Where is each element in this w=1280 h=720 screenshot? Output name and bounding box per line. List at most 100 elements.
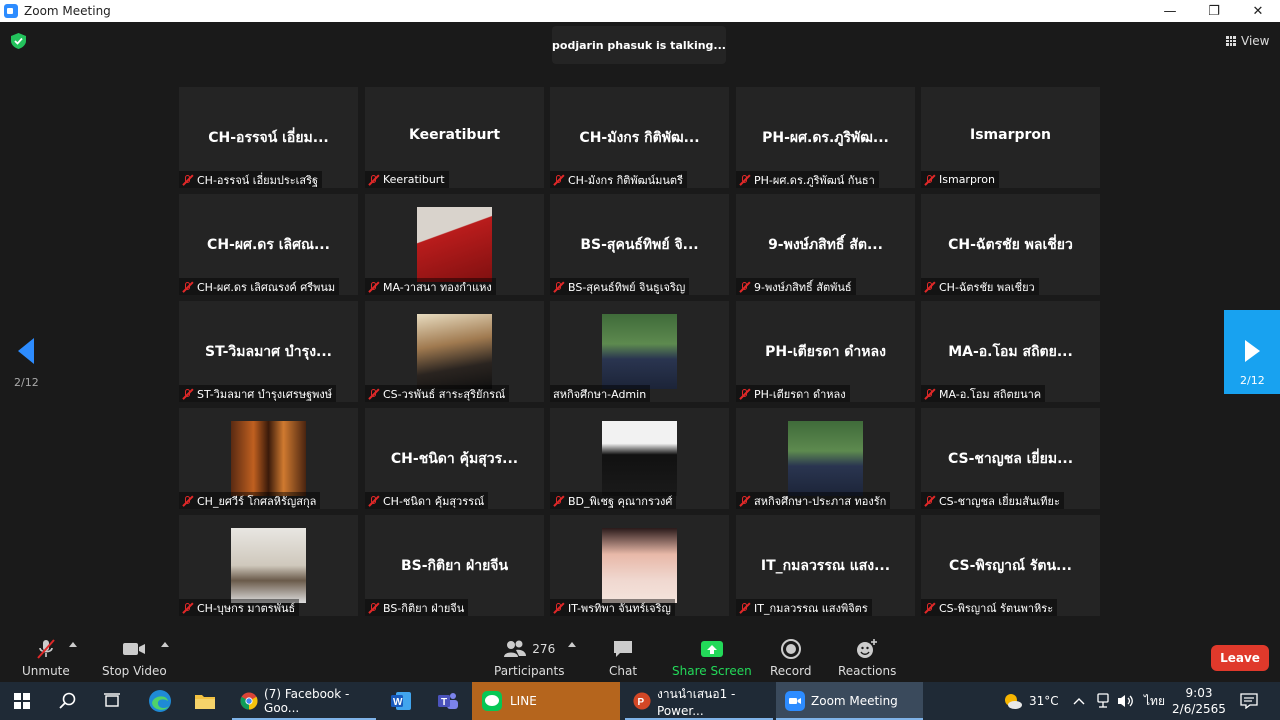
taskbar-line[interactable]: LINE [472, 682, 620, 720]
security-shield-icon[interactable] [11, 33, 26, 49]
participant-nameplate: CH-อรรจน์ เอี่ยมประเสริฐ [179, 171, 323, 188]
participant-video [602, 421, 677, 496]
participant-tile[interactable]: Keeratiburt Keeratiburt [365, 87, 544, 188]
arrow-right-icon [1245, 340, 1260, 362]
input-language[interactable]: ไทย [1144, 682, 1165, 720]
arrow-left-icon [18, 338, 34, 364]
close-button[interactable]: ✕ [1236, 0, 1280, 22]
participant-tile[interactable]: CS-วรพันธ์ สาระสุริยักรณ์ [365, 301, 544, 402]
notification-center[interactable] [1240, 682, 1258, 720]
word-app[interactable]: W [390, 682, 412, 720]
chrome-icon [240, 692, 258, 710]
show-hidden-icons[interactable] [1073, 682, 1085, 720]
weather-sun-cloud-icon [1005, 694, 1022, 709]
participant-tile[interactable]: PH-เตียรดา ดำหลง PH-เตียรดา ดำหลง [736, 301, 915, 402]
muted-mic-icon [182, 281, 194, 293]
weather-widget[interactable]: 31°C [1003, 682, 1059, 720]
participant-tile[interactable]: CH-อรรจน์ เอี่ยม... CH-อรรจน์ เอี่ยมประเส… [179, 87, 358, 188]
video-options-caret[interactable] [161, 642, 169, 647]
participant-tile[interactable]: BS-สุคนธ์ทิพย์ จิ... BS-สุคนธ์ทิพย์ จินธู… [550, 194, 729, 295]
leave-button[interactable]: Leave [1211, 645, 1269, 671]
stop-video-label: Stop Video [102, 664, 167, 678]
participant-tile[interactable]: MA-วาสนา ทองกำแหง [365, 194, 544, 295]
meeting-area: podjarin phasuk is talking... View 2/12 … [0, 22, 1280, 632]
muted-mic-icon [739, 281, 751, 293]
reactions-label: Reactions [838, 664, 897, 678]
muted-mic-icon [924, 602, 936, 614]
participant-video [231, 528, 306, 603]
smiley-plus-icon [857, 639, 878, 658]
task-view-button[interactable] [103, 682, 121, 720]
participant-name: IT_กมลวรรณ แสงพิจิตร [754, 601, 868, 615]
participant-display-name: CH-อรรจน์ เอี่ยม... [208, 130, 329, 146]
participant-nameplate: IT_กมลวรรณ แสงพิจิตร [736, 599, 872, 616]
participant-display-name: ST-วิมลมาศ บำรุง... [205, 344, 332, 360]
teams-app[interactable]: T [437, 682, 459, 720]
muted-mic-icon [182, 388, 194, 400]
edge-app[interactable] [148, 682, 172, 720]
participant-tile[interactable]: CH-มังกร กิติพัฒ... CH-มังกร กิติพัฒน์มนต… [550, 87, 729, 188]
muted-mic-icon [553, 495, 565, 507]
volume-tray[interactable] [1117, 682, 1135, 720]
record-button[interactable]: Record [770, 638, 811, 678]
muted-mic-icon [182, 495, 194, 507]
participant-display-name: CH-ผศ.ดร เลิศณ... [207, 237, 330, 253]
muted-mic-icon [553, 174, 565, 186]
view-button[interactable]: View [1226, 34, 1269, 48]
unmute-button[interactable]: Unmute [22, 638, 70, 678]
muted-mic-icon [924, 495, 936, 507]
windows-taskbar: (7) Facebook - Goo... W T LINE P งานนำเส… [0, 682, 1280, 720]
file-explorer-app[interactable] [194, 682, 216, 720]
participant-nameplate: CH-ฉัตรชัย พลเชี่ยว [921, 278, 1039, 295]
chat-button[interactable]: Chat [609, 638, 637, 678]
participant-tile[interactable]: CH_ยศวีร์ โกศลหิรัญสกุล [179, 408, 358, 509]
taskbar-zoom[interactable]: Zoom Meeting [776, 682, 923, 720]
taskbar-facebook-chrome[interactable]: (7) Facebook - Goo... [232, 682, 376, 720]
participant-tile[interactable]: IT-พรทิพา จันทร์เจริญ [550, 515, 729, 616]
search-button[interactable] [59, 682, 77, 720]
participant-tile[interactable]: 9-พงษ์ภสิทธิ์ สัต... 9-พงษ์ภสิทธิ์ สัตพัน… [736, 194, 915, 295]
participants-button[interactable]: 276 Participants [494, 638, 565, 678]
svg-text:T: T [441, 697, 447, 708]
participant-tile[interactable]: CS-พิรญาณ์ รัตน... CS-พิรญาณ์ รัตนพาหิระ [921, 515, 1100, 616]
participant-display-name: PH-ผศ.ดร.ภูริพัฒ... [762, 130, 889, 146]
share-screen-button[interactable]: Share Screen [672, 638, 752, 678]
previous-page-button[interactable]: 2/12 [14, 338, 44, 394]
participant-tile[interactable]: MA-อ.โอม สถิตย... MA-อ.โอม สถิตยนาค [921, 301, 1100, 402]
muted-mic-icon [553, 602, 565, 614]
zoom-label: Zoom Meeting [811, 694, 898, 708]
participant-tile[interactable]: CS-ชาญชล เยี่ยม... CS-ชาญชล เยี่ยมสันเทีย… [921, 408, 1100, 509]
taskbar-powerpoint[interactable]: P งานนำเสนอ1 - Power... [625, 682, 773, 720]
participant-tile[interactable]: ST-วิมลมาศ บำรุง... ST-วิมลมาศ บำรุงเศรษฐ… [179, 301, 358, 402]
minimize-button[interactable]: — [1148, 0, 1192, 22]
muted-mic-icon [368, 281, 380, 293]
participant-nameplate: CH-ผศ.ดร เลิศณรงค์ ศรีพนม [179, 278, 340, 295]
participants-options-caret[interactable] [568, 642, 576, 647]
participant-tile[interactable]: PH-ผศ.ดร.ภูริพัฒ... PH-ผศ.ดร.ภูริพัฒน์ กั… [736, 87, 915, 188]
participant-tile[interactable]: CH-ผศ.ดร เลิศณ... CH-ผศ.ดร เลิศณรงค์ ศรีพ… [179, 194, 358, 295]
maximize-button[interactable]: ❐ [1192, 0, 1236, 22]
clock[interactable]: 9:03 2/6/2565 [1172, 682, 1226, 720]
participant-name: CH_ยศวีร์ โกศลหิรัญสกุล [197, 494, 317, 508]
network-tray[interactable] [1096, 682, 1110, 720]
reactions-button[interactable]: Reactions [838, 638, 896, 678]
participant-tile[interactable]: สหกิจศึกษา-ประภาส ทองรัก [736, 408, 915, 509]
participant-tile[interactable]: CH-ชนิดา คุ้มสุวร... CH-ชนิดา คุ้มสุวรรณ์ [365, 408, 544, 509]
window-title: Zoom Meeting [24, 4, 111, 18]
stop-video-button[interactable]: Stop Video [102, 638, 167, 678]
participant-nameplate: PH-ผศ.ดร.ภูริพัฒน์ กันธา [736, 171, 879, 188]
participant-tile[interactable]: สหกิจศึกษา-Admin [550, 301, 729, 402]
participant-nameplate: MA-อ.โอม สถิตยนาค [921, 385, 1046, 402]
temperature: 31°C [1029, 694, 1059, 708]
participant-name: CH-อรรจน์ เอี่ยมประเสริฐ [197, 173, 319, 187]
participant-tile[interactable]: Ismarpron Ismarpron [921, 87, 1100, 188]
participant-tile[interactable]: CH-บุษกร มาตรพันธ์ [179, 515, 358, 616]
participant-tile[interactable]: BS-กิติยา ฝ่ายจีน BS-กิติยา ฝ่ายจีน [365, 515, 544, 616]
audio-options-caret[interactable] [69, 642, 77, 647]
start-button[interactable] [14, 682, 30, 720]
participant-tile[interactable]: CH-ฉัตรชัย พลเชี่ยว CH-ฉัตรชัย พลเชี่ยว [921, 194, 1100, 295]
participant-tile[interactable]: BD_พิเชฐ คุณากรวงศ์ [550, 408, 729, 509]
muted-mic-icon [739, 602, 751, 614]
next-page-button[interactable]: 2/12 [1224, 310, 1280, 394]
participant-tile[interactable]: IT_กมลวรรณ แสง... IT_กมลวรรณ แสงพิจิตร [736, 515, 915, 616]
